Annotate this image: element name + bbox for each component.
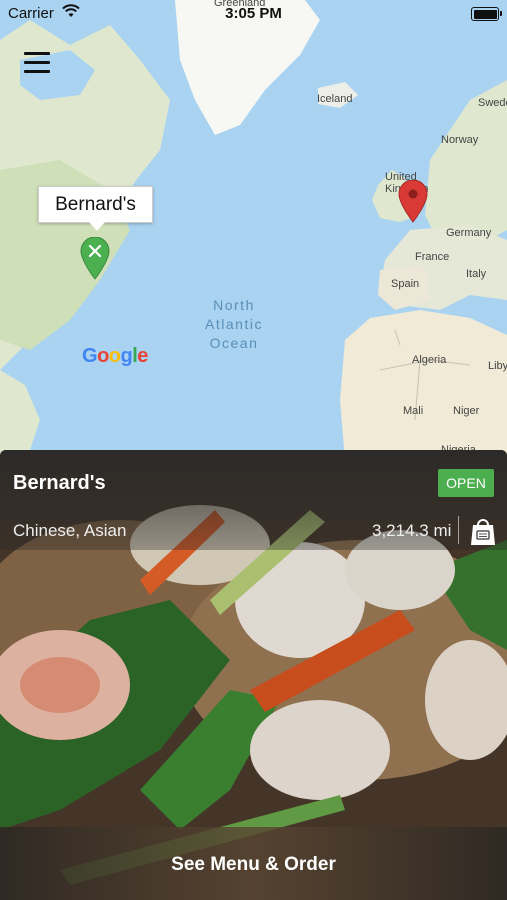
shopping-bag-icon[interactable] bbox=[470, 516, 496, 546]
map-label-spain: Spain bbox=[391, 278, 420, 290]
location-pin-icon[interactable] bbox=[398, 180, 428, 223]
clock: 3:05 PM bbox=[225, 5, 282, 22]
distance-label: 3,214.3 mi bbox=[372, 521, 452, 540]
restaurant-name: Bernard's bbox=[13, 472, 106, 494]
menu-line-icon bbox=[24, 70, 50, 73]
see-menu-order-button[interactable]: See Menu & Order bbox=[0, 827, 507, 900]
map-label-mali: Mali bbox=[403, 405, 424, 417]
menu-line-icon bbox=[24, 61, 50, 64]
hamburger-menu-button[interactable] bbox=[24, 52, 50, 76]
map-label-libya: Liby bbox=[488, 360, 507, 372]
menu-line-icon bbox=[24, 52, 50, 55]
cuisine-label: Chinese, Asian bbox=[13, 521, 127, 540]
map-label-sweden: Swede bbox=[478, 97, 507, 109]
map-label-iceland: Iceland bbox=[317, 93, 353, 105]
map-label-italy: Italy bbox=[466, 268, 487, 280]
restaurant-card[interactable]: Bernard's OPEN Chinese, Asian 3,214.3 mi… bbox=[0, 450, 507, 900]
battery-icon bbox=[471, 7, 502, 21]
restaurant-pin-icon[interactable] bbox=[80, 237, 110, 280]
map-label-niger: Niger bbox=[453, 405, 480, 417]
map-label-france: France bbox=[415, 251, 450, 263]
map-label-algeria: Algeria bbox=[412, 354, 447, 366]
divider bbox=[458, 516, 459, 544]
map-label-germany: Germany bbox=[446, 227, 492, 239]
map-label-norway: Norway bbox=[441, 134, 479, 146]
map-view[interactable]: Greenland Iceland United Kingdom Swede N… bbox=[0, 0, 507, 460]
map-label-ocean: North Atlantic Ocean bbox=[205, 297, 263, 351]
status-bar: Carrier 3:05 PM bbox=[0, 0, 507, 28]
map-land bbox=[0, 0, 507, 460]
open-status-badge: OPEN bbox=[438, 469, 494, 497]
map-callout[interactable]: Bernard's bbox=[38, 186, 153, 231]
google-logo: Google bbox=[82, 345, 148, 367]
